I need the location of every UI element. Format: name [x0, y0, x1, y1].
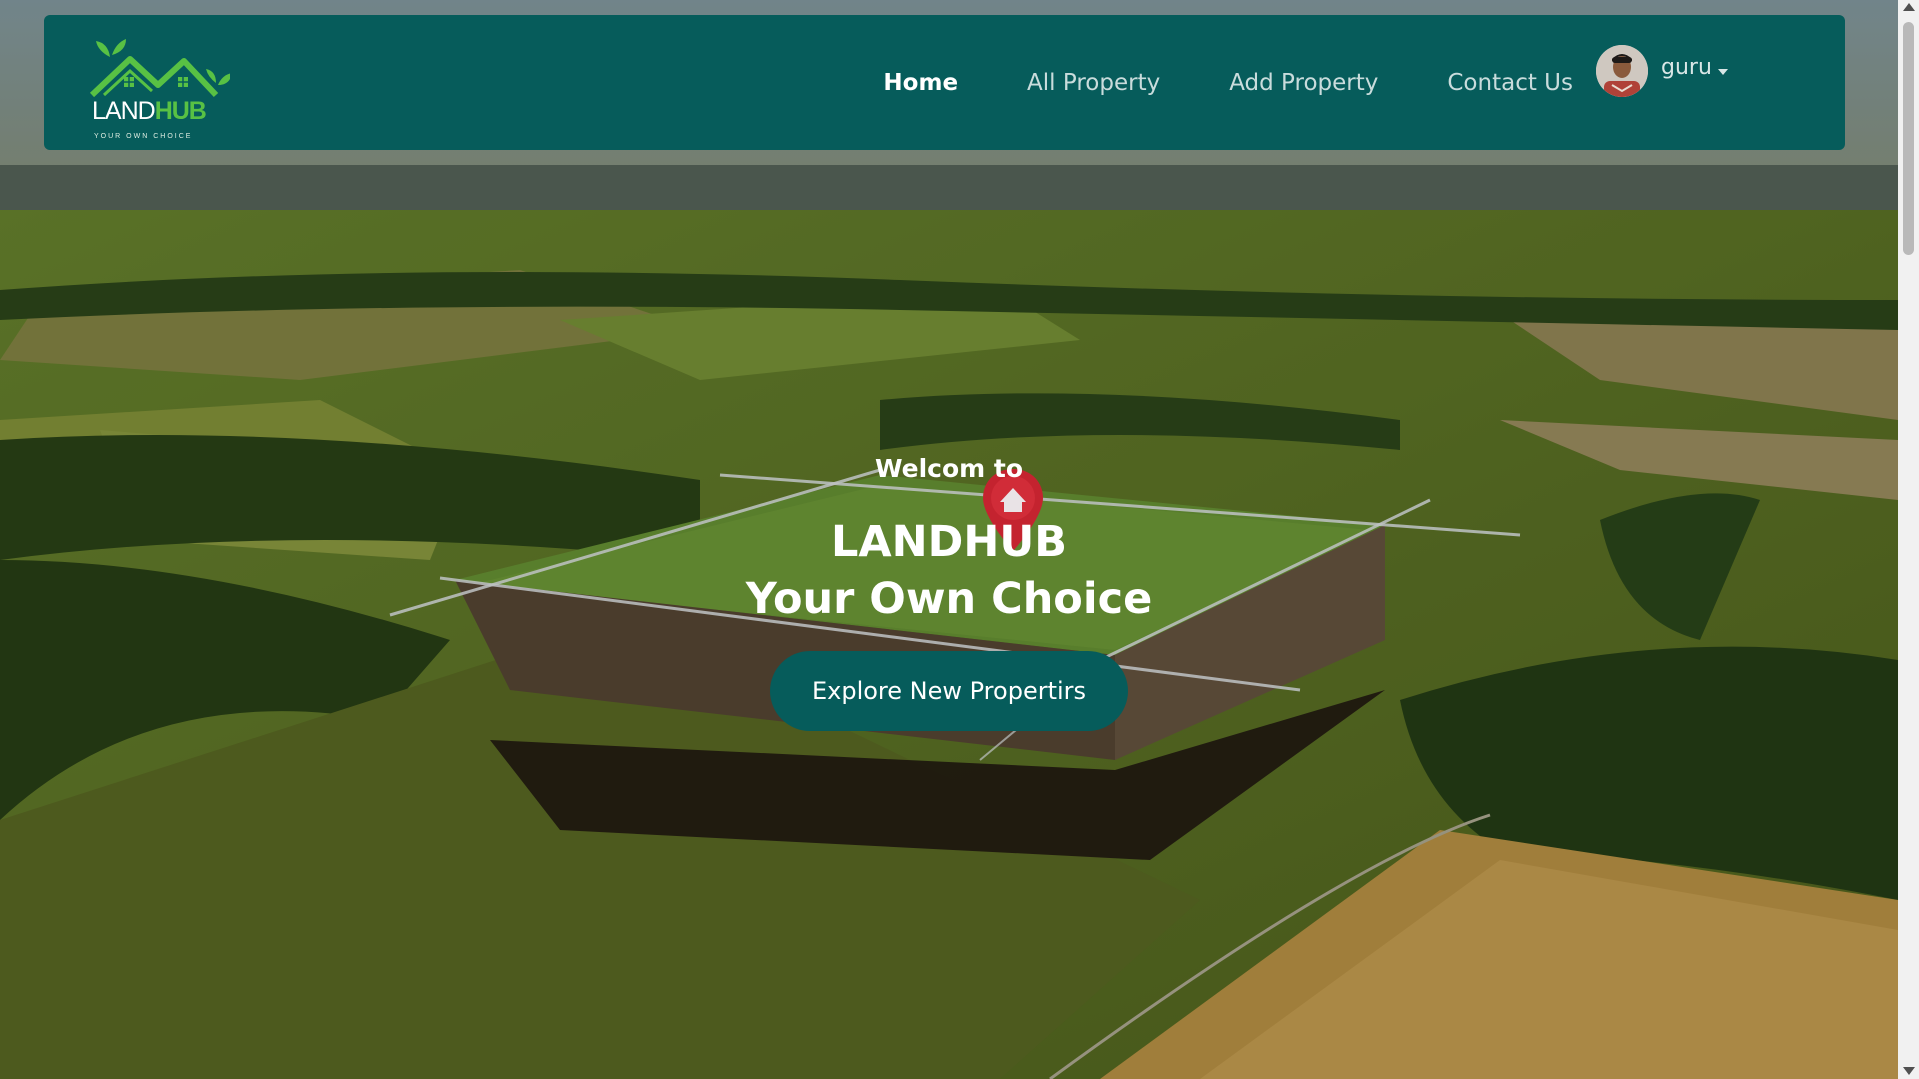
explore-properties-button[interactable]: Explore New Propertirs: [770, 651, 1128, 731]
hero-title: LANDHUB Your Own Choice: [0, 514, 1898, 628]
scroll-up-arrow-icon[interactable]: [1903, 3, 1915, 11]
hero-title-line1: LANDHUB: [830, 517, 1068, 567]
hero-content: Welcom to LANDHUB Your Own Choice Explor…: [0, 0, 1898, 1079]
scroll-down-arrow-icon[interactable]: [1903, 1067, 1915, 1075]
hero-welcome: Welcom to: [874, 454, 1024, 483]
hero-title-line2: Your Own Choice: [745, 574, 1153, 624]
scroll-thumb[interactable]: [1903, 22, 1914, 255]
page-scrollbar[interactable]: [1898, 0, 1919, 1079]
